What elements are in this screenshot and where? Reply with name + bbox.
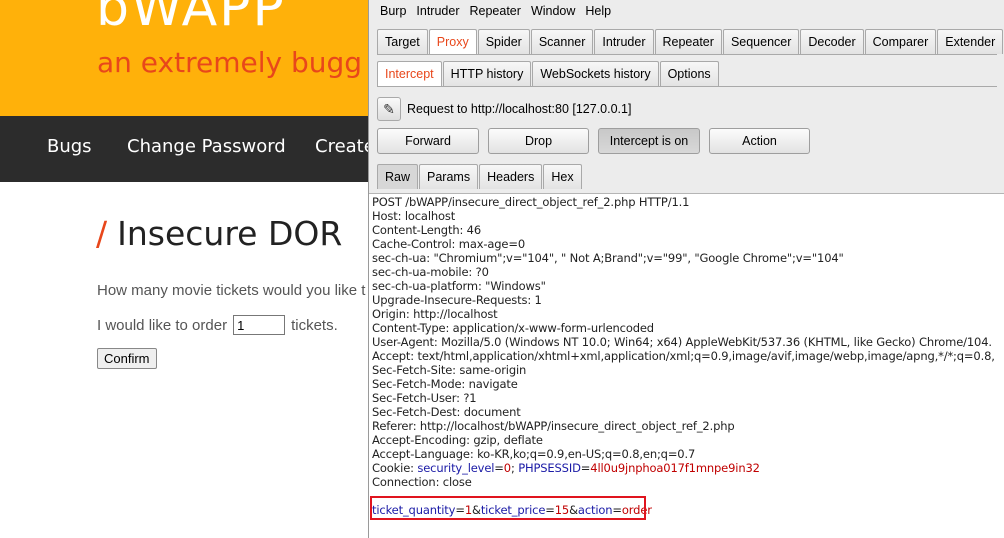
order-suffix: tickets. (291, 316, 338, 334)
tab-websockets-history[interactable]: WebSockets history (532, 61, 659, 86)
tab-scanner[interactable]: Scanner (530, 29, 594, 54)
burp-menubar: Burp Intruder Repeater Window Help (369, 0, 1004, 22)
bwapp-logo[interactable]: bWAPP (96, 0, 286, 38)
cookie-eq: = (580, 461, 591, 475)
header-line: Accept-Encoding: gzip, deflate (372, 433, 543, 447)
intercept-buttons: Forward Drop Intercept is on Action (377, 128, 819, 154)
header-line: Sec-Fetch-User: ?1 (372, 391, 477, 405)
menu-help[interactable]: Help (585, 4, 611, 18)
proxy-sub-tabs: Intercept HTTP history WebSockets histor… (377, 61, 720, 86)
menu-window[interactable]: Window (531, 4, 575, 18)
order-form-row: I would like to order tickets. (97, 315, 338, 335)
cookie-value-security-level: 0 (503, 461, 511, 475)
tab-raw[interactable]: Raw (377, 164, 419, 189)
pencil-icon[interactable]: ✎ (377, 97, 401, 121)
header-line: Accept: text/html,application/xhtml+xml,… (372, 349, 995, 363)
tab-decoder[interactable]: Decoder (800, 29, 864, 54)
cookie-value-phpsessid: 4ll0u9jnphoa017f1mnpe9in32 (590, 461, 760, 475)
tab-intercept[interactable]: Intercept (377, 61, 442, 86)
intercept-toggle-button[interactable]: Intercept is on (598, 128, 700, 154)
header-line: Upgrade-Insecure-Requests: 1 (372, 293, 542, 307)
header-line: User-Agent: Mozilla/5.0 (Windows NT 10.0… (372, 335, 992, 349)
tab-intruder[interactable]: Intruder (594, 29, 654, 54)
menu-burp[interactable]: Burp (380, 4, 406, 18)
bwapp-tagline: an extremely bugg (97, 46, 363, 79)
header-line: sec-ch-ua: "Chromium";v="104", " Not A;B… (372, 251, 844, 265)
header-line: Sec-Fetch-Site: same-origin (372, 363, 527, 377)
tickets-question: How many movie tickets would you like t (97, 282, 366, 299)
cookie-prefix: Cookie: (372, 461, 418, 475)
header-line: sec-ch-ua-mobile: ?0 (372, 265, 489, 279)
forward-button[interactable]: Forward (377, 128, 479, 154)
header-line: Accept-Language: ko-KR,ko;q=0.9,en-US;q=… (372, 447, 696, 461)
order-prefix: I would like to order (97, 316, 228, 334)
tab-target[interactable]: Target (377, 29, 428, 54)
header-line: Sec-Fetch-Mode: navigate (372, 377, 518, 391)
tab-sequencer[interactable]: Sequencer (722, 29, 800, 54)
tab-http-history[interactable]: HTTP history (442, 61, 532, 86)
request-target-label: Request to http://localhost:80 [127.0.0.… (407, 102, 632, 116)
header-line: Origin: http://localhost (372, 307, 498, 321)
cookie-eq: = (494, 461, 504, 475)
main-tabs: Target Proxy Spider Scanner Intruder Rep… (377, 29, 1004, 54)
menu-intruder[interactable]: Intruder (416, 4, 459, 18)
tab-proxy[interactable]: Proxy (428, 29, 477, 54)
header-line: Content-Type: application/x-www-form-url… (372, 321, 654, 335)
tab-extender[interactable]: Extender (937, 29, 1004, 54)
burp-window: Burp Intruder Repeater Window Help Targe… (368, 0, 1004, 538)
request-line: POST /bWAPP/insecure_direct_object_ref_2… (372, 195, 690, 209)
page-title: / Insecure DOR (96, 214, 342, 253)
action-button[interactable]: Action (709, 128, 810, 154)
cookie-header-line: Cookie: security_level=0; PHPSESSID=4ll0… (372, 461, 760, 475)
cookie-key-security-level: security_level (417, 461, 495, 475)
nav-create-link[interactable]: Create (315, 136, 375, 157)
tab-params[interactable]: Params (419, 164, 479, 189)
header-line: Cache-Control: max-age=0 (372, 237, 525, 251)
nav-bugs-link[interactable]: Bugs (47, 136, 92, 157)
page-title-text: Insecure DOR (117, 214, 343, 253)
tab-options[interactable]: Options (659, 61, 719, 86)
tab-headers[interactable]: Headers (479, 164, 543, 189)
main-tabs-divider (377, 54, 997, 55)
ticket-quantity-input[interactable] (233, 315, 286, 335)
sub-tabs-divider (377, 86, 997, 87)
drop-button[interactable]: Drop (488, 128, 589, 154)
header-line: Referer: http://localhost/bWAPP/insecure… (372, 419, 735, 433)
message-tabs: Raw Params Headers Hex (377, 164, 583, 189)
confirm-button[interactable]: Confirm (97, 348, 157, 369)
request-info: ✎ Request to http://localhost:80 [127.0.… (377, 97, 631, 121)
tab-repeater[interactable]: Repeater (654, 29, 722, 54)
tab-hex[interactable]: Hex (543, 164, 582, 189)
request-editor[interactable]: POST /bWAPP/insecure_direct_object_ref_2… (369, 193, 1004, 538)
header-line: Sec-Fetch-Dest: document (372, 405, 521, 419)
tab-spider[interactable]: Spider (477, 29, 530, 54)
nav-change-password-link[interactable]: Change Password (127, 136, 286, 157)
cookie-key-phpsessid: PHPSESSID (518, 461, 581, 475)
title-slash: / (96, 214, 108, 253)
header-line: sec-ch-ua-platform: "Windows" (372, 279, 546, 293)
header-line: Content-Length: 46 (372, 223, 482, 237)
highlight-box (370, 496, 646, 520)
header-line: Connection: close (372, 475, 472, 489)
header-line: Host: localhost (372, 209, 456, 223)
tab-comparer[interactable]: Comparer (864, 29, 937, 54)
menu-repeater[interactable]: Repeater (470, 4, 521, 18)
